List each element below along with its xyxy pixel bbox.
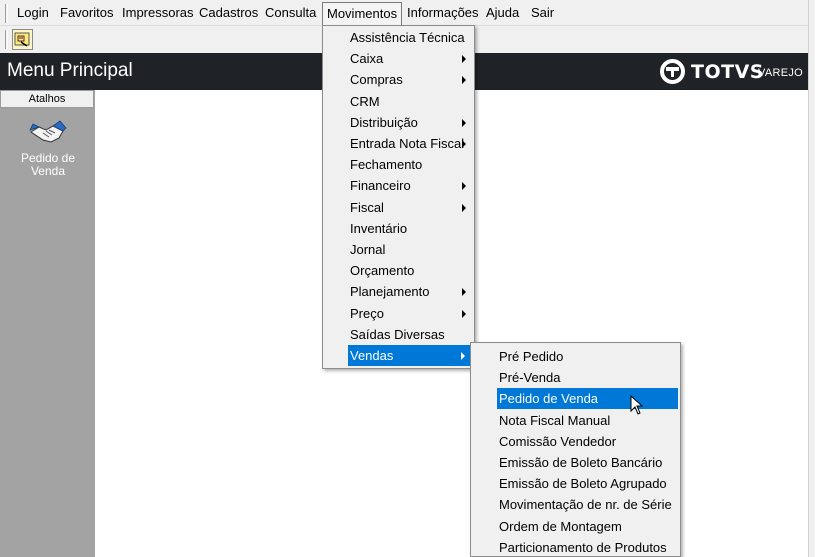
totvs-logo-text: TOTVS — [691, 61, 764, 83]
menu-sair[interactable]: Sair — [531, 5, 554, 21]
menu-item-crm[interactable]: CRM — [325, 91, 472, 112]
submenu-item-emissao-de-boleto-bancario[interactable]: Emissão de Boleto Bancário — [473, 452, 678, 473]
submenu-item-pedido-de-venda[interactable]: Pedido de Venda — [497, 388, 678, 410]
menu-item-fiscal[interactable]: Fiscal — [325, 197, 472, 218]
submenu-item-emissao-de-boleto-agrupado[interactable]: Emissão de Boleto Agrupado — [473, 473, 678, 494]
menu-item-entrada-nota-fiscal[interactable]: Entrada Nota Fiscal — [325, 133, 472, 154]
submenu-item-nota-fiscal-manual[interactable]: Nota Fiscal Manual — [473, 410, 678, 431]
menu-item-orcamento[interactable]: Orçamento — [325, 260, 472, 281]
movimentos-dropdown: Assistência Técnica Caixa Compras CRM Distri… — [322, 25, 475, 369]
submenu-arrow-icon — [462, 140, 466, 148]
mouse-cursor-icon — [630, 395, 644, 415]
menu-item-label: Preço — [350, 305, 384, 321]
menu-favoritos[interactable]: Favoritos — [60, 5, 113, 21]
menu-item-label: Caixa — [350, 51, 384, 67]
menu-item-label: Saídas Diversas — [350, 326, 445, 342]
page-title: Menu Principal — [7, 60, 133, 81]
shortcut-label-line2: Venda — [30, 164, 66, 178]
menu-movimentos[interactable]: Movimentos — [322, 2, 403, 25]
menu-item-compras[interactable]: Compras — [325, 69, 472, 90]
submenu-arrow-icon — [462, 55, 466, 64]
shortcut-pedido-de-venda[interactable]: Pedido de Venda — [8, 118, 88, 188]
atalhos-tab[interactable]: Atalhos — [0, 90, 94, 108]
menu-item-saidas-diversas[interactable]: Saídas Diversas — [325, 324, 472, 345]
menu-item-assistencia-tecnica[interactable]: Assistência Técnica — [325, 27, 472, 48]
menu-item-fechamento[interactable]: Fechamento — [325, 154, 472, 175]
submenu-item-comissao-vendedor[interactable]: Comissão Vendedor — [473, 431, 678, 452]
submenu-arrow-icon — [462, 182, 466, 191]
submenu-arrow-icon — [461, 352, 465, 360]
menu-item-jornal[interactable]: Jornal — [325, 239, 472, 260]
menu-item-planejamento[interactable]: Planejamento — [325, 281, 472, 302]
menu-item-preco[interactable]: Preço — [325, 303, 472, 324]
menu-item-inventario[interactable]: Inventário — [325, 218, 472, 239]
submenu-arrow-icon — [462, 288, 466, 297]
totvs-logo-subtitle: VAREJO — [758, 67, 803, 79]
menu-item-label: Orçamento — [350, 263, 415, 279]
menu-bar: Login Favoritos Impressoras Cadastros Co… — [0, 0, 808, 26]
menu-item-label: Fechamento — [350, 157, 423, 173]
menu-item-financeiro[interactable]: Financeiro — [325, 175, 472, 196]
menu-item-label: Vendas — [350, 348, 394, 363]
menu-cadastros[interactable]: Cadastros — [199, 5, 258, 21]
menu-item-distribuicao[interactable]: Distribuição — [325, 112, 472, 133]
menu-impressoras[interactable]: Impressoras — [122, 5, 194, 21]
menu-item-caixa[interactable]: Caixa — [325, 48, 472, 69]
favorites-button[interactable] — [12, 29, 33, 50]
submenu-item-particionamento-de-produtos[interactable]: Particionamento de Produtos — [473, 537, 678, 557]
handshake-icon — [29, 120, 67, 143]
menu-login[interactable]: Login — [17, 5, 49, 21]
menu-item-label: Fiscal — [350, 199, 384, 215]
totvs-logo: TOTVS VAREJO — [658, 58, 803, 86]
menu-item-label: Assistência Técnica — [350, 30, 465, 45]
submenu-item-pre-venda[interactable]: Pré-Venda — [473, 367, 678, 388]
menu-ajuda[interactable]: Ajuda — [486, 5, 519, 21]
menu-item-label: Compras — [350, 72, 403, 88]
submenu-item-movimentacao-de-nr-de-serie[interactable]: Movimentação de nr. de Série — [473, 494, 678, 515]
menu-item-label: Planejamento — [350, 284, 430, 300]
menubar-grip — [5, 4, 8, 23]
menu-item-label: CRM — [350, 93, 380, 109]
menu-informacoes[interactable]: Informações — [407, 5, 479, 21]
menu-item-vendas[interactable]: Vendas — [348, 345, 471, 366]
toolbar-grip — [5, 30, 8, 49]
favorites-icon — [14, 32, 30, 47]
menu-item-label: Entrada Nota Fiscal — [350, 136, 465, 151]
submenu-arrow-icon — [462, 118, 466, 127]
submenu-arrow-icon — [462, 309, 466, 318]
menu-item-label: Distribuição — [350, 114, 418, 130]
submenu-arrow-icon — [462, 76, 466, 85]
submenu-item-pre-pedido[interactable]: Pré Pedido — [473, 346, 678, 367]
menu-item-label: Inventário — [350, 220, 408, 236]
menu-item-label: Jornal — [350, 242, 386, 257]
menu-consulta[interactable]: Consulta — [265, 5, 316, 21]
shortcuts-sidebar: Atalhos Pedido de Venda — [0, 90, 95, 557]
totvs-logo-icon — [660, 59, 685, 84]
submenu-arrow-icon — [462, 203, 466, 212]
submenu-item-ordem-de-montagem[interactable]: Ordem de Montagem — [473, 516, 678, 537]
vendas-submenu: Pré Pedido Pré-Venda Pedido de Venda Nota F… — [470, 342, 681, 557]
menu-item-label: Financeiro — [350, 178, 411, 194]
window-edge — [808, 0, 815, 557]
